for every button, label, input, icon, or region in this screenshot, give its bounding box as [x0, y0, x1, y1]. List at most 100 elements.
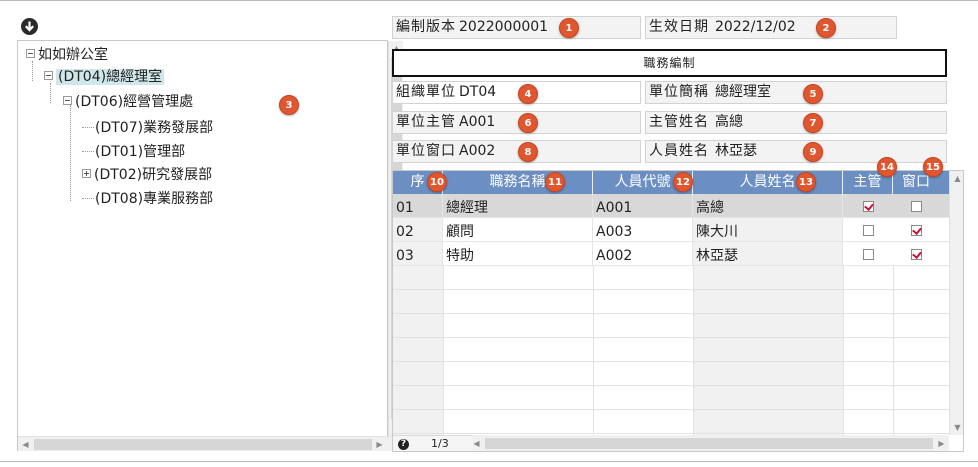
top-border [0, 0, 978, 3]
cell-seq: 02 [393, 218, 443, 241]
tree-node-label: (DT06)經營管理處 [75, 94, 194, 110]
manager-checkbox[interactable] [863, 201, 874, 212]
tree-node-label: (DT02)研究發展部 [94, 167, 213, 183]
download-icon[interactable] [21, 18, 38, 35]
effective-date-value: 2022/12/02 [715, 19, 796, 35]
bottom-border [0, 461, 978, 462]
marker-badge: 14 [877, 157, 897, 177]
col-header-title[interactable]: 職務名稱 [443, 171, 593, 194]
marker-badge: 1 [559, 18, 579, 38]
tree-node-dt06[interactable]: (DT06)經營管理處 [63, 91, 193, 113]
cell-code: A003 [593, 218, 693, 241]
head-name-field: 主管姓名 高總 [645, 111, 947, 134]
version-field: 編制版本 2022000001 [392, 16, 641, 39]
org-unit-input[interactable]: DT04 [459, 82, 496, 103]
unit-short-value: 總經理室 [715, 84, 771, 100]
effective-date-field: 生效日期 2022/12/02 [645, 16, 897, 39]
tree-node-root[interactable]: 如如辦公室 [26, 44, 108, 66]
table-row[interactable]: 03 特助 A002 林亞瑟 [393, 242, 949, 266]
contact-name-field: 人員姓名 林亞瑟 [645, 140, 947, 163]
tree-node-dt02[interactable]: (DT02)研究發展部 [82, 164, 212, 186]
cell-title: 總經理 [443, 194, 593, 217]
marker-badge: 15 [923, 157, 943, 177]
marker-badge: 6 [518, 113, 538, 133]
contact-checkbox[interactable] [911, 201, 922, 212]
tree-guide-line [70, 105, 71, 201]
cell-name: 林亞瑟 [693, 242, 843, 265]
cell-title: 特助 [443, 242, 593, 265]
contact-name-label: 人員姓名 [649, 143, 709, 159]
cell-seq: 03 [393, 242, 443, 265]
grid-horizontal-scrollbar[interactable]: ◀ ▶ [469, 435, 949, 451]
collapse-icon[interactable] [26, 49, 35, 58]
scroll-left-icon[interactable]: ◀ [18, 437, 33, 452]
tree-node-dt07[interactable]: (DT07)業務發展部 [82, 117, 213, 139]
tree-node-label: 如如辦公室 [38, 47, 108, 63]
version-value: 2022000001 [459, 19, 549, 35]
contact-checkbox[interactable] [911, 249, 922, 260]
marker-badge: 10 [427, 172, 447, 192]
unit-contact-label: 單位窗口 [396, 143, 456, 159]
unit-contact-value: A002 [459, 143, 496, 159]
grid-header: 序 職務名稱 人員代號 人員姓名 主管 窗口 [393, 171, 949, 194]
collapse-icon[interactable] [44, 71, 53, 80]
marker-badge: 7 [803, 113, 823, 133]
cell-seq: 01 [393, 194, 443, 217]
tree-node-dt08[interactable]: (DT08)專業服務部 [82, 188, 213, 210]
effective-date-label: 生效日期 [649, 19, 709, 35]
scrollbar-thumb[interactable] [485, 438, 933, 449]
unit-head-value: A001 [459, 114, 496, 130]
grid-footer: ? 1/3 [393, 435, 473, 451]
marker-badge: 4 [518, 84, 538, 104]
tree-node-label: (DT08)專業服務部 [95, 191, 214, 207]
expand-icon[interactable] [82, 169, 91, 178]
table-row[interactable]: 01 總經理 A001 高總 [393, 194, 949, 218]
col-header-name[interactable]: 人員姓名 [693, 171, 843, 194]
tree-node-dt04[interactable]: (DT04)總經理室 [44, 66, 165, 88]
tree-node-label: (DT07)業務發展部 [95, 120, 214, 136]
tree-node-label: (DT04)總經理室 [56, 69, 165, 85]
tree-horizontal-scrollbar[interactable]: ◀ ▶ [18, 436, 403, 451]
scroll-up-icon[interactable]: ▲ [950, 171, 963, 186]
cell-title: 顧問 [443, 218, 593, 241]
tree-node-label: (DT01)管理部 [95, 144, 186, 160]
cell-code: A001 [593, 194, 693, 217]
page-indicator: 1/3 [431, 437, 449, 450]
head-name-label: 主管姓名 [649, 114, 709, 130]
tree-node-dt01[interactable]: (DT01)管理部 [82, 141, 185, 163]
scroll-right-icon[interactable]: ▶ [934, 436, 949, 451]
org-unit-field[interactable]: 組織單位 DT04 [392, 81, 641, 104]
unit-contact-field: 單位窗口 A002 [392, 140, 641, 163]
unit-short-label: 單位簡稱 [649, 84, 709, 100]
marker-badge: 12 [673, 172, 693, 192]
table-row[interactable]: 02 顧問 A003 陳大川 [393, 218, 949, 242]
marker-badge: 13 [796, 172, 816, 192]
manager-checkbox[interactable] [863, 249, 874, 260]
manager-checkbox[interactable] [863, 225, 874, 236]
scroll-right-icon[interactable]: ▶ [372, 437, 387, 452]
unit-short-field: 單位簡稱 總經理室 [645, 81, 947, 104]
unit-head-field: 單位主管 A001 [392, 111, 641, 134]
marker-badge: 5 [803, 84, 823, 104]
staffing-grid[interactable]: 序 職務名稱 人員代號 人員姓名 主管 窗口 01 總經理 A001 高總 02… [392, 170, 964, 452]
help-icon[interactable]: ? [398, 439, 409, 450]
contact-checkbox[interactable] [911, 225, 922, 236]
cell-name: 陳大川 [693, 218, 843, 241]
version-label: 編制版本 [396, 19, 456, 35]
scrollbar-thumb[interactable] [34, 439, 372, 450]
grid-vertical-scrollbar[interactable]: ▲ ▼ [949, 171, 963, 435]
marker-badge: 8 [518, 142, 538, 162]
contact-name-value: 林亞瑟 [715, 143, 757, 159]
collapse-icon[interactable] [63, 96, 72, 105]
marker-badge: 11 [545, 172, 565, 192]
scroll-down-icon[interactable]: ▼ [950, 420, 963, 435]
cell-code: A002 [593, 242, 693, 265]
org-unit-label: 組織單位 [396, 84, 456, 100]
org-tree-panel[interactable]: 如如辦公室 (DT04)總經理室 (DT06)經營管理處 (DT07)業務發展部… [17, 40, 403, 451]
section-title: 職務編制 [392, 49, 947, 77]
cell-name: 高總 [693, 194, 843, 217]
empty-rows [393, 266, 949, 435]
marker-badge: 2 [816, 18, 836, 38]
unit-head-label: 單位主管 [396, 114, 456, 130]
marker-badge: 9 [803, 142, 823, 162]
